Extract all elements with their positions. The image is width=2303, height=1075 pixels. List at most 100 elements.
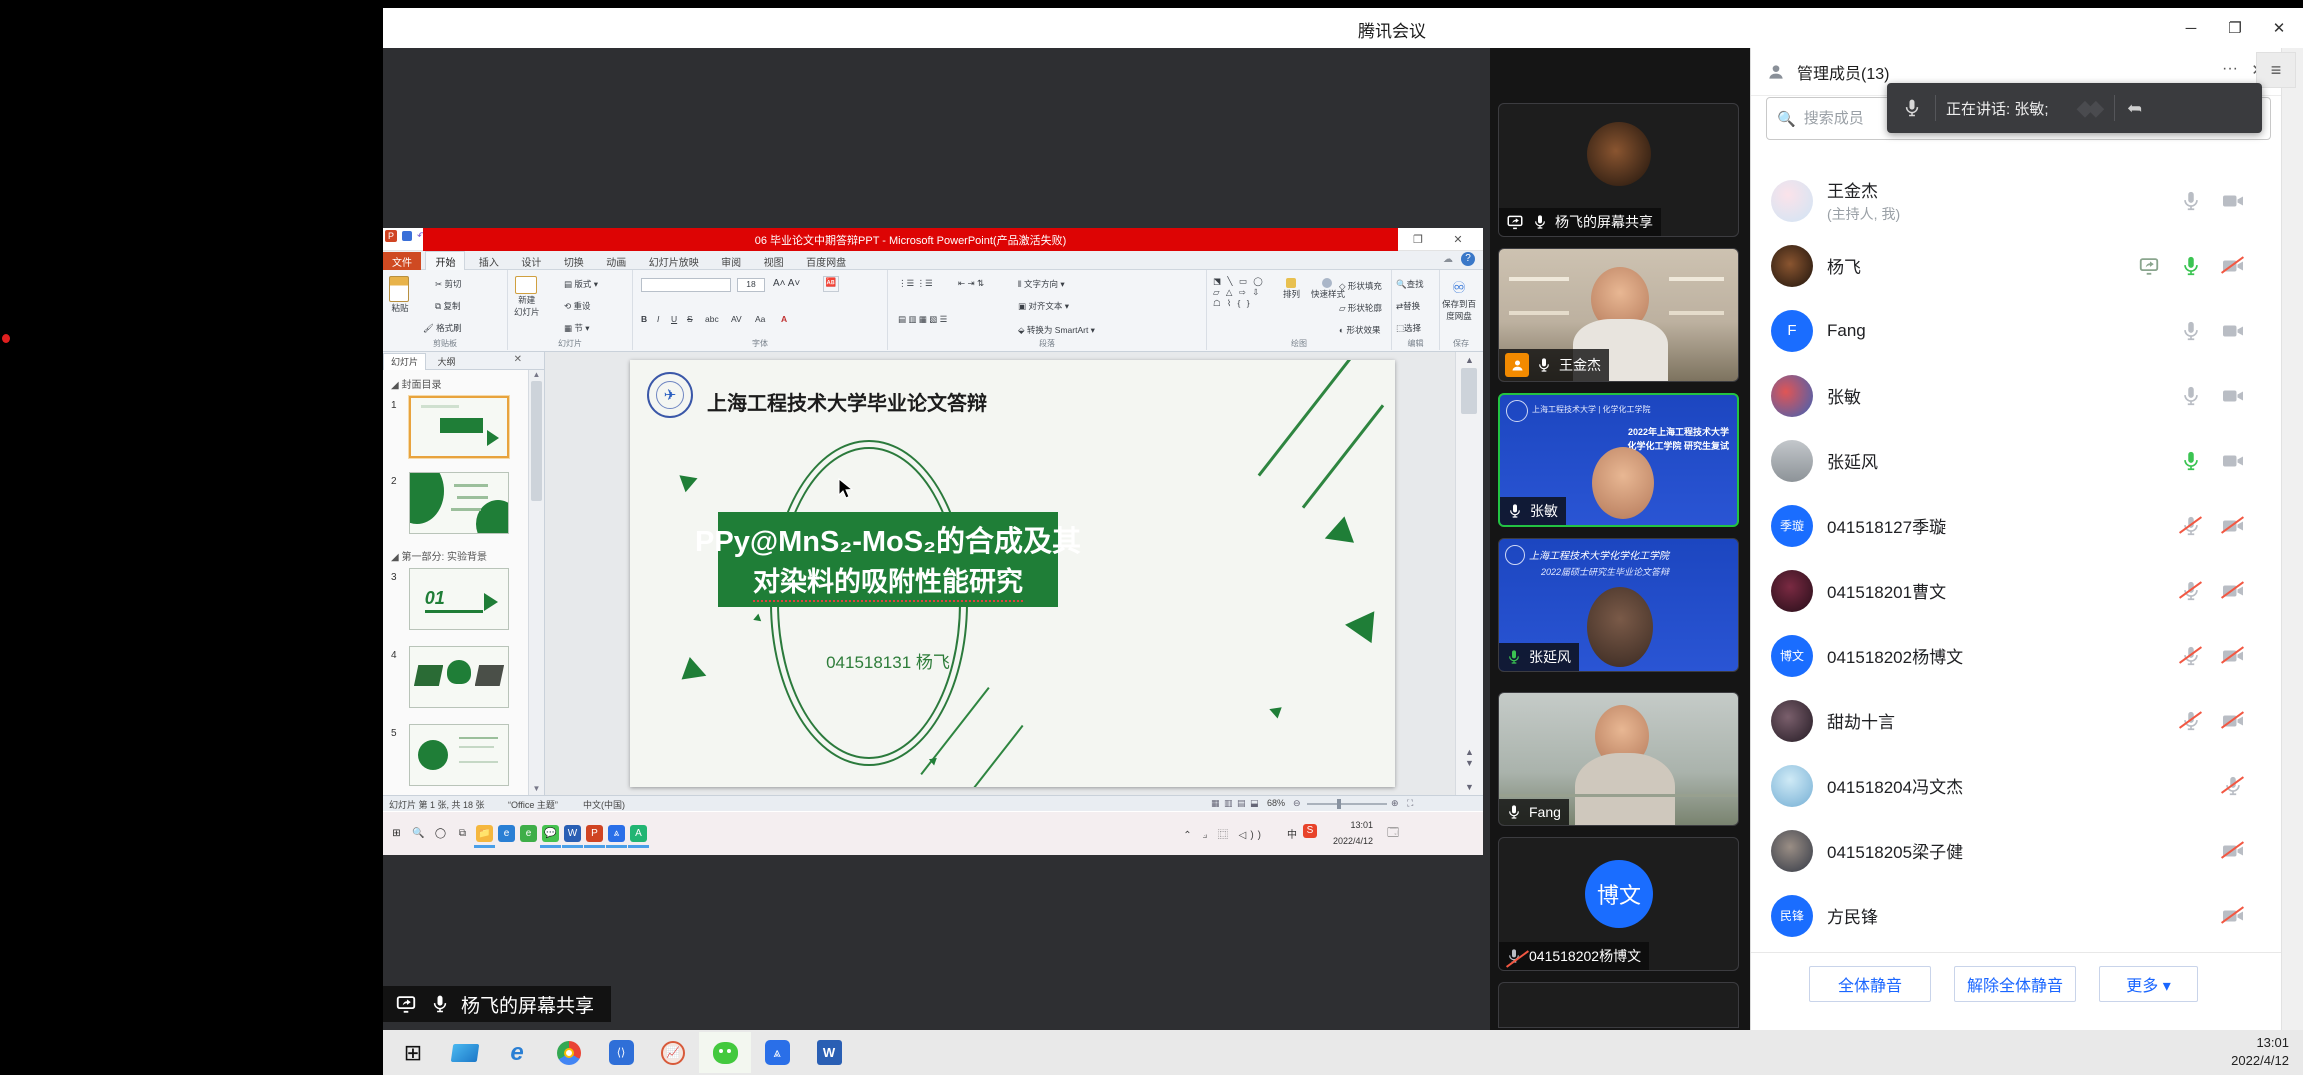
zoom-out-button[interactable]: ⊖ xyxy=(1293,798,1301,809)
participant-row[interactable]: 041518205梁子健 xyxy=(1751,818,2282,883)
dev-app-icon[interactable]: ⟨⟩ xyxy=(595,1032,647,1073)
ppt-restore-button[interactable]: ❐ xyxy=(1405,230,1431,249)
participant-row[interactable]: 041518204冯文杰 xyxy=(1751,753,2282,818)
camera-status-icon[interactable] xyxy=(2220,383,2246,409)
tencent-meeting-icon[interactable]: ⩓ xyxy=(751,1032,803,1073)
paste-button[interactable]: 粘贴 xyxy=(389,276,411,314)
mic-status-icon[interactable] xyxy=(2178,448,2204,474)
video-tile-partial[interactable] xyxy=(1498,982,1739,1028)
cloud-sync-icon[interactable]: ☁ xyxy=(1443,254,1453,265)
unmute-all-button[interactable]: 解除全体静音 xyxy=(1954,966,2076,1002)
mic-status-icon[interactable] xyxy=(2178,513,2204,539)
chrome-icon[interactable] xyxy=(543,1032,595,1073)
participant-row[interactable]: 张敏 xyxy=(1751,363,2282,428)
mic-status-icon[interactable] xyxy=(2178,383,2204,409)
participant-row[interactable]: 季璇 041518127季璇 xyxy=(1751,493,2282,558)
shape-effects-button[interactable]: ◐ 形状效果 xyxy=(1339,324,1381,336)
video-tile-wangjinjie[interactable]: 王金杰 xyxy=(1498,248,1739,382)
slides-panel-scrollbar[interactable]: ▲ ▼ xyxy=(528,370,544,795)
char-spacing-button[interactable]: AV xyxy=(731,314,742,324)
tab-file[interactable]: 文件 xyxy=(383,252,421,271)
tab-insert[interactable]: 插入 xyxy=(470,252,508,271)
tab-baidu-netdisk[interactable]: 百度网盘 xyxy=(797,252,855,271)
copy-button[interactable]: ⧉ 复制 xyxy=(435,300,460,312)
mic-status-icon[interactable] xyxy=(2178,643,2204,669)
taskbar-clock[interactable]: 13:012022/4/12 xyxy=(2231,1034,2289,1070)
tab-transitions[interactable]: 切换 xyxy=(555,252,593,271)
align-text-button[interactable]: ▣ 对齐文本 ▾ xyxy=(1018,300,1069,312)
minimize-button[interactable]: ─ xyxy=(2169,8,2213,48)
reset-button[interactable]: ⟲ 重设 xyxy=(564,300,591,312)
slide-thumbnail-1[interactable] xyxy=(409,396,509,458)
presenter-explorer-icon[interactable]: 📁 xyxy=(476,825,493,842)
camera-status-icon[interactable] xyxy=(2220,318,2246,344)
tab-animations[interactable]: 动画 xyxy=(597,252,635,271)
ppt-close-button[interactable]: ✕ xyxy=(1445,230,1471,249)
origin-icon[interactable]: 📈 xyxy=(647,1032,699,1073)
camera-status-icon[interactable] xyxy=(2220,253,2246,279)
presenter-ime-indicator[interactable]: 中 xyxy=(1287,826,1297,841)
participant-row[interactable]: 张延风 xyxy=(1751,428,2282,493)
panel-more-icon[interactable]: ··· xyxy=(2222,60,2238,78)
participant-row[interactable]: 甜劫十言 xyxy=(1751,688,2282,753)
video-tile-zhangmin-active-speaker[interactable]: 上海工程技术大学 | 化学化工学院 2022年上海工程技术大学 化学化工学院 研… xyxy=(1498,393,1739,527)
tab-review[interactable]: 审阅 xyxy=(712,252,750,271)
mic-status-icon[interactable] xyxy=(2178,708,2204,734)
shape-fill-button[interactable]: ◇ 形状填充 xyxy=(1339,280,1382,292)
wechat-icon[interactable] xyxy=(699,1032,751,1073)
shapes-gallery[interactable]: ⬔ ╲ ▭ ◯▱ △ ⇨ ⇩☖ ⌇ { } xyxy=(1213,276,1265,309)
presenter-cortana-icon[interactable]: ◯ xyxy=(432,825,449,842)
italic-button[interactable]: I xyxy=(657,314,659,324)
participant-row[interactable]: F Fang xyxy=(1751,298,2282,363)
presenter-tray-icons[interactable]: ⌃ ⟓ ⿴ ◁)) xyxy=(1183,826,1265,841)
help-icon[interactable]: ? xyxy=(1461,252,1475,266)
save-to-baidu-button[interactable]: ♾ 保存到百度网盘 xyxy=(1442,278,1476,322)
camera-status-icon[interactable] xyxy=(2220,643,2246,669)
camera-status-icon[interactable] xyxy=(2220,578,2246,604)
language-indicator[interactable]: 中文(中国) xyxy=(583,798,625,811)
mic-status-icon[interactable] xyxy=(2178,578,2204,604)
word-icon[interactable]: W xyxy=(803,1032,855,1073)
font-name-select[interactable] xyxy=(641,278,731,292)
section-header-1[interactable]: ◢ 封面目录 xyxy=(391,376,441,391)
maximize-button[interactable]: ❐ xyxy=(2213,8,2257,48)
cut-button[interactable]: ✂ 剪切 xyxy=(435,278,462,290)
panel-menu-icon[interactable]: ≡ xyxy=(2256,52,2296,88)
participant-row[interactable]: 041518201曹文 xyxy=(1751,558,2282,623)
smartart-button[interactable]: ⬙ 转换为 SmartArt ▾ xyxy=(1018,324,1095,336)
arrange-button[interactable]: 排列 xyxy=(1283,278,1300,300)
align-buttons[interactable]: ▤ ▥ ▦ ▧ ☰ xyxy=(898,314,947,325)
video-tile-fang[interactable]: Fang xyxy=(1498,692,1739,826)
select-button[interactable]: ⬚选择 xyxy=(1396,322,1421,334)
this-pc-icon[interactable] xyxy=(439,1032,491,1073)
presenter-pdf-icon[interactable]: A xyxy=(630,825,647,842)
bullets-button[interactable]: ⋮☰ ⋮☰ xyxy=(898,278,933,289)
presenter-sogou-icon[interactable]: S xyxy=(1303,824,1317,838)
participant-row[interactable]: 民锋 方民锋 xyxy=(1751,883,2282,948)
camera-status-icon[interactable] xyxy=(2220,513,2246,539)
section-button[interactable]: ▦ 节 ▾ xyxy=(564,322,590,334)
grow-font-button[interactable]: A˄ A˅ xyxy=(773,278,800,289)
text-direction-button[interactable]: ⫴ 文字方向 ▾ xyxy=(1018,278,1065,290)
tab-design[interactable]: 设计 xyxy=(512,252,550,271)
camera-status-icon[interactable] xyxy=(2220,448,2246,474)
bold-button[interactable]: B xyxy=(641,314,647,324)
presenter-search-icon[interactable]: 🔍 xyxy=(410,825,427,842)
panel-close-icon[interactable]: ✕ xyxy=(514,354,522,365)
camera-status-icon[interactable] xyxy=(2220,903,2246,929)
strikethrough-button[interactable]: S xyxy=(687,314,693,324)
presenter-powerpoint-icon[interactable]: P xyxy=(586,825,603,842)
indent-buttons[interactable]: ⇤ ⇥ ⇅ xyxy=(958,278,984,289)
presenter-wechat-icon[interactable]: 💬 xyxy=(542,825,559,842)
slide-1[interactable]: ✈ 上海工程技术大学毕业论文答辩 xyxy=(630,360,1395,787)
presenter-word-icon[interactable]: W xyxy=(564,825,581,842)
start-button[interactable]: ⊞ xyxy=(387,1032,439,1073)
camera-status-icon[interactable] xyxy=(2220,188,2246,214)
participant-row[interactable]: 王金杰(主持人, 我) xyxy=(1751,168,2282,233)
ppt-main-scrollbar[interactable]: ▲ ▲▼ ▼ xyxy=(1455,352,1483,795)
fit-to-window-button[interactable]: ⛶ xyxy=(1407,798,1413,809)
clear-format-button[interactable]: 🆎 xyxy=(823,276,839,292)
mute-all-button[interactable]: 全体静音 xyxy=(1809,966,1931,1002)
slide-thumbnail-2[interactable] xyxy=(409,472,509,534)
new-slide-button[interactable]: 新建幻灯片 xyxy=(514,276,540,318)
